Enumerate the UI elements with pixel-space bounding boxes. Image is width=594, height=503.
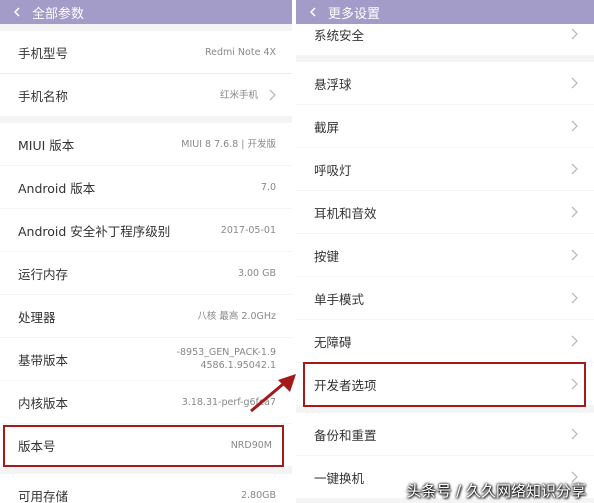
row-label: 处理器: [18, 309, 56, 325]
chevron-right-icon: [570, 120, 578, 132]
more-settings-panel: 更多设置 系统安全 悬浮球 截屏 呼吸灯 耳机和音效 按键 单手模式 无障碍 开…: [296, 0, 594, 503]
menu-item-label: 呼吸灯: [314, 162, 352, 178]
row-phone-name[interactable]: 手机名称 红米手机: [0, 74, 292, 116]
row-phone-model: 手机型号 Redmi Note 4X: [0, 31, 292, 73]
row-android-version: Android 版本 7.0: [0, 166, 292, 208]
row-label: MIUI 版本: [18, 137, 75, 153]
menu-item-label: 按键: [314, 248, 340, 264]
row-label: 运行内存: [18, 266, 69, 282]
row-value: 八核 最高 2.0GHz: [197, 310, 276, 322]
row-value: 7.0: [260, 181, 276, 193]
row-label: 内核版本: [18, 395, 69, 411]
row-value: 2.80GB: [240, 489, 276, 501]
menu-item-label: 截屏: [314, 119, 340, 135]
row-value: 2017-05-01: [220, 224, 276, 236]
menu-item-label: 一键换机: [314, 470, 365, 486]
menu-item-floating-ball[interactable]: 悬浮球: [296, 62, 594, 104]
menu-item-headphones-audio[interactable]: 耳机和音效: [296, 191, 594, 233]
menu-item-backup-reset[interactable]: 备份和重置: [296, 413, 594, 455]
row-value-line: 4586.1.95042.1: [200, 360, 276, 371]
back-arrow-icon[interactable]: [12, 7, 22, 17]
menu-item-label: 系统安全: [314, 27, 365, 43]
row-processor: 处理器 八核 最高 2.0GHz: [0, 295, 292, 337]
row-value: MIUI 8 7.6.8 | 开发版: [181, 138, 276, 150]
all-parameters-panel: 全部参数 手机型号 Redmi Note 4X 手机名称 红米手机 MIUI 版…: [0, 0, 292, 503]
menu-item-label: 无障碍: [314, 334, 352, 350]
menu-item-label: 单手模式: [314, 291, 365, 307]
chevron-right-icon: [570, 28, 578, 40]
row-ram: 运行内存 3.00 GB: [0, 252, 292, 294]
build-number-highlight: [3, 425, 284, 467]
page-title: 全部参数: [32, 6, 85, 22]
row-label: 基带版本: [18, 352, 69, 368]
chevron-right-icon: [570, 249, 578, 261]
row-value: Redmi Note 4X: [204, 46, 276, 58]
row-value: 红米手机: [219, 89, 258, 101]
row-value: 3.00 GB: [237, 267, 276, 279]
developer-options-highlight: [303, 362, 586, 407]
left-top-bar: 全部参数: [0, 0, 292, 24]
watermark: 头条号 / 久久网络知识分享: [406, 482, 586, 500]
back-arrow-icon[interactable]: [308, 7, 318, 17]
menu-item-notification-light[interactable]: 呼吸灯: [296, 148, 594, 190]
row-label: Android 版本: [18, 180, 96, 196]
chevron-right-icon: [570, 335, 578, 347]
row-miui-version: MIUI 版本 MIUI 8 7.6.8 | 开发版: [0, 123, 292, 165]
chevron-right-icon: [570, 77, 578, 89]
menu-item-accessibility[interactable]: 无障碍: [296, 320, 594, 362]
row-label: Android 安全补丁程序级别: [18, 223, 171, 239]
chevron-right-icon: [268, 89, 276, 101]
pointer-arrow-icon: [250, 374, 296, 413]
row-label: 可用存储: [18, 488, 69, 503]
menu-item-screenshot[interactable]: 截屏: [296, 105, 594, 147]
row-value-line: -8953_GEN_PACK-1.9: [176, 347, 276, 358]
menu-item-label: 备份和重置: [314, 427, 377, 443]
row-label: 手机型号: [18, 45, 69, 61]
menu-item-one-handed-mode[interactable]: 单手模式: [296, 277, 594, 319]
page-title: 更多设置: [328, 6, 381, 22]
chevron-right-icon: [570, 163, 578, 175]
row-security-patch: Android 安全补丁程序级别 2017-05-01: [0, 209, 292, 251]
menu-item-label: 悬浮球: [314, 76, 352, 92]
right-top-bar: 更多设置: [296, 0, 594, 24]
chevron-right-icon: [570, 292, 578, 304]
menu-item-buttons[interactable]: 按键: [296, 234, 594, 276]
row-available-storage: 可用存储 2.80GB: [0, 474, 292, 503]
chevron-right-icon: [570, 206, 578, 218]
menu-item-label: 耳机和音效: [314, 205, 377, 221]
row-label: 手机名称: [18, 88, 69, 104]
row-value-multiline: -8953_GEN_PACK-1.9 4586.1.95042.1: [177, 346, 276, 372]
chevron-right-icon: [570, 428, 578, 440]
